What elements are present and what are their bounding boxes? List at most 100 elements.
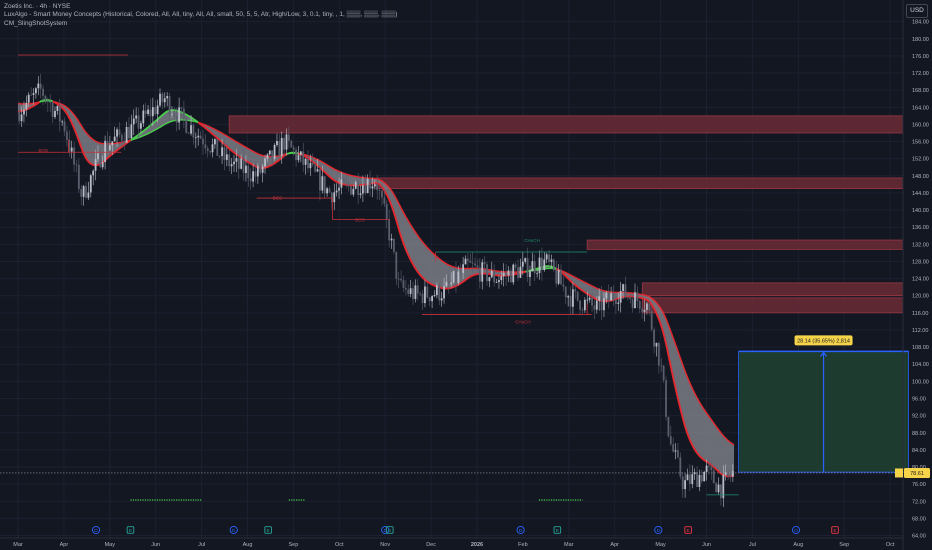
- candle: [128, 117, 130, 140]
- candle: [328, 185, 331, 194]
- candle: [393, 238, 395, 255]
- price-label-marker: [895, 468, 903, 478]
- event-label: E: [129, 528, 132, 534]
- indicator-smc-label[interactable]: LuxAlgo - Smart Money Concepts (Historic…: [4, 11, 397, 19]
- candle: [531, 252, 534, 272]
- indicator-slingshot-label[interactable]: CM_SlingShotSystem: [4, 20, 397, 28]
- candle: [82, 184, 85, 206]
- candle: [512, 263, 515, 285]
- candle: [77, 158, 80, 193]
- earnings-marker[interactable]: E: [126, 526, 135, 534]
- candle: [691, 465, 694, 489]
- candle: [144, 102, 147, 118]
- price-tick-label: 180.00: [912, 37, 929, 43]
- candle: [178, 97, 181, 130]
- candle: [326, 186, 328, 197]
- candle: [39, 73, 42, 99]
- price-tick-label: 108.00: [912, 345, 929, 351]
- candle: [634, 283, 636, 309]
- candle: [440, 291, 443, 307]
- earnings-marker[interactable]: E: [264, 526, 272, 534]
- candle: [273, 143, 276, 161]
- candle: [517, 259, 519, 282]
- candle: [552, 258, 555, 272]
- price-tick-label: 140.00: [912, 208, 929, 214]
- candle: [209, 150, 212, 156]
- candle: [576, 291, 579, 302]
- dividend-marker[interactable]: D: [91, 525, 101, 535]
- supply-zone: [641, 282, 904, 297]
- candle: [657, 341, 660, 374]
- candle: [467, 253, 469, 268]
- candle: [481, 258, 484, 290]
- projection-tooltip: 28.14 (35.65%) 2,814: [794, 335, 853, 346]
- candle: [42, 85, 44, 106]
- time-tick-label: Aug: [793, 542, 803, 548]
- candle: [426, 282, 429, 299]
- candle: [653, 327, 655, 354]
- candle: [402, 275, 405, 293]
- price-tick-label: 160.00: [912, 122, 929, 128]
- candle: [684, 472, 687, 498]
- dividend-marker[interactable]: D: [229, 525, 238, 535]
- price-tick-label: 156.00: [912, 140, 929, 146]
- candle: [478, 258, 481, 289]
- candle: [197, 128, 200, 146]
- candle: [555, 260, 558, 288]
- candle: [390, 233, 393, 249]
- price-tick-label: 72.00: [912, 499, 926, 505]
- time-tick-label: Mar: [13, 542, 23, 548]
- time-axis: Mar Apr May Jun Jul Aug Sep Oct Nov Dec 2026 Feb Mar…: [0, 537, 903, 548]
- candle: [159, 88, 161, 108]
- candle: [693, 468, 696, 480]
- earnings-marker[interactable]: E: [684, 526, 692, 534]
- current-price-value: 78.61: [910, 471, 924, 477]
- time-tick-label: Oct: [886, 542, 895, 548]
- candle: [688, 464, 691, 492]
- ema-lines: [17, 98, 735, 478]
- event-label: D: [794, 528, 798, 534]
- candle: [507, 266, 510, 283]
- candle: [204, 134, 207, 154]
- candle: [140, 120, 142, 134]
- time-tick-label: Jul: [198, 542, 205, 548]
- currency-button[interactable]: USD: [906, 4, 928, 18]
- candle: [672, 437, 675, 453]
- time-tick-label: Apr: [60, 542, 69, 548]
- price-tick-label: 92.00: [912, 414, 926, 420]
- candle: [54, 106, 56, 120]
- candle: [290, 139, 293, 148]
- supply-zone: [586, 239, 904, 250]
- candle: [674, 443, 677, 460]
- candle: [395, 251, 398, 285]
- supply-zones: [228, 115, 904, 314]
- price-tick-label: 168.00: [912, 88, 929, 94]
- ema-band: [18, 99, 735, 477]
- event-label: E: [267, 528, 270, 534]
- candle: [412, 281, 414, 305]
- price-tick-label: 148.00: [912, 174, 929, 180]
- price-chart[interactable]: BOS BOS BOS CHoCH CHoCH 28.14 (35.65%) 2,814 1…: [0, 0, 932, 550]
- candle: [80, 184, 83, 206]
- candle: [73, 142, 75, 172]
- time-tick-label: Apr: [610, 542, 619, 548]
- candle: [703, 470, 706, 482]
- candle: [66, 125, 68, 147]
- candle: [44, 94, 47, 104]
- candle: [488, 276, 491, 288]
- event-label: E: [556, 528, 559, 534]
- event-markers: DEDEDEDEDEDE: [91, 525, 839, 535]
- projection-label: 28.14 (35.65%) 2,814: [797, 338, 850, 344]
- smc-label: CHoCH: [524, 238, 540, 243]
- candle: [414, 279, 417, 303]
- candle: [214, 138, 216, 149]
- price-tick-label: 116.00: [912, 311, 928, 317]
- earnings-marker[interactable]: E: [553, 526, 562, 534]
- candle: [333, 183, 336, 210]
- candle: [299, 150, 302, 163]
- candle: [662, 365, 665, 383]
- candle: [631, 295, 634, 313]
- price-tick-label: 176.00: [912, 54, 929, 60]
- candle: [268, 150, 271, 156]
- earnings-marker[interactable]: E: [831, 526, 839, 534]
